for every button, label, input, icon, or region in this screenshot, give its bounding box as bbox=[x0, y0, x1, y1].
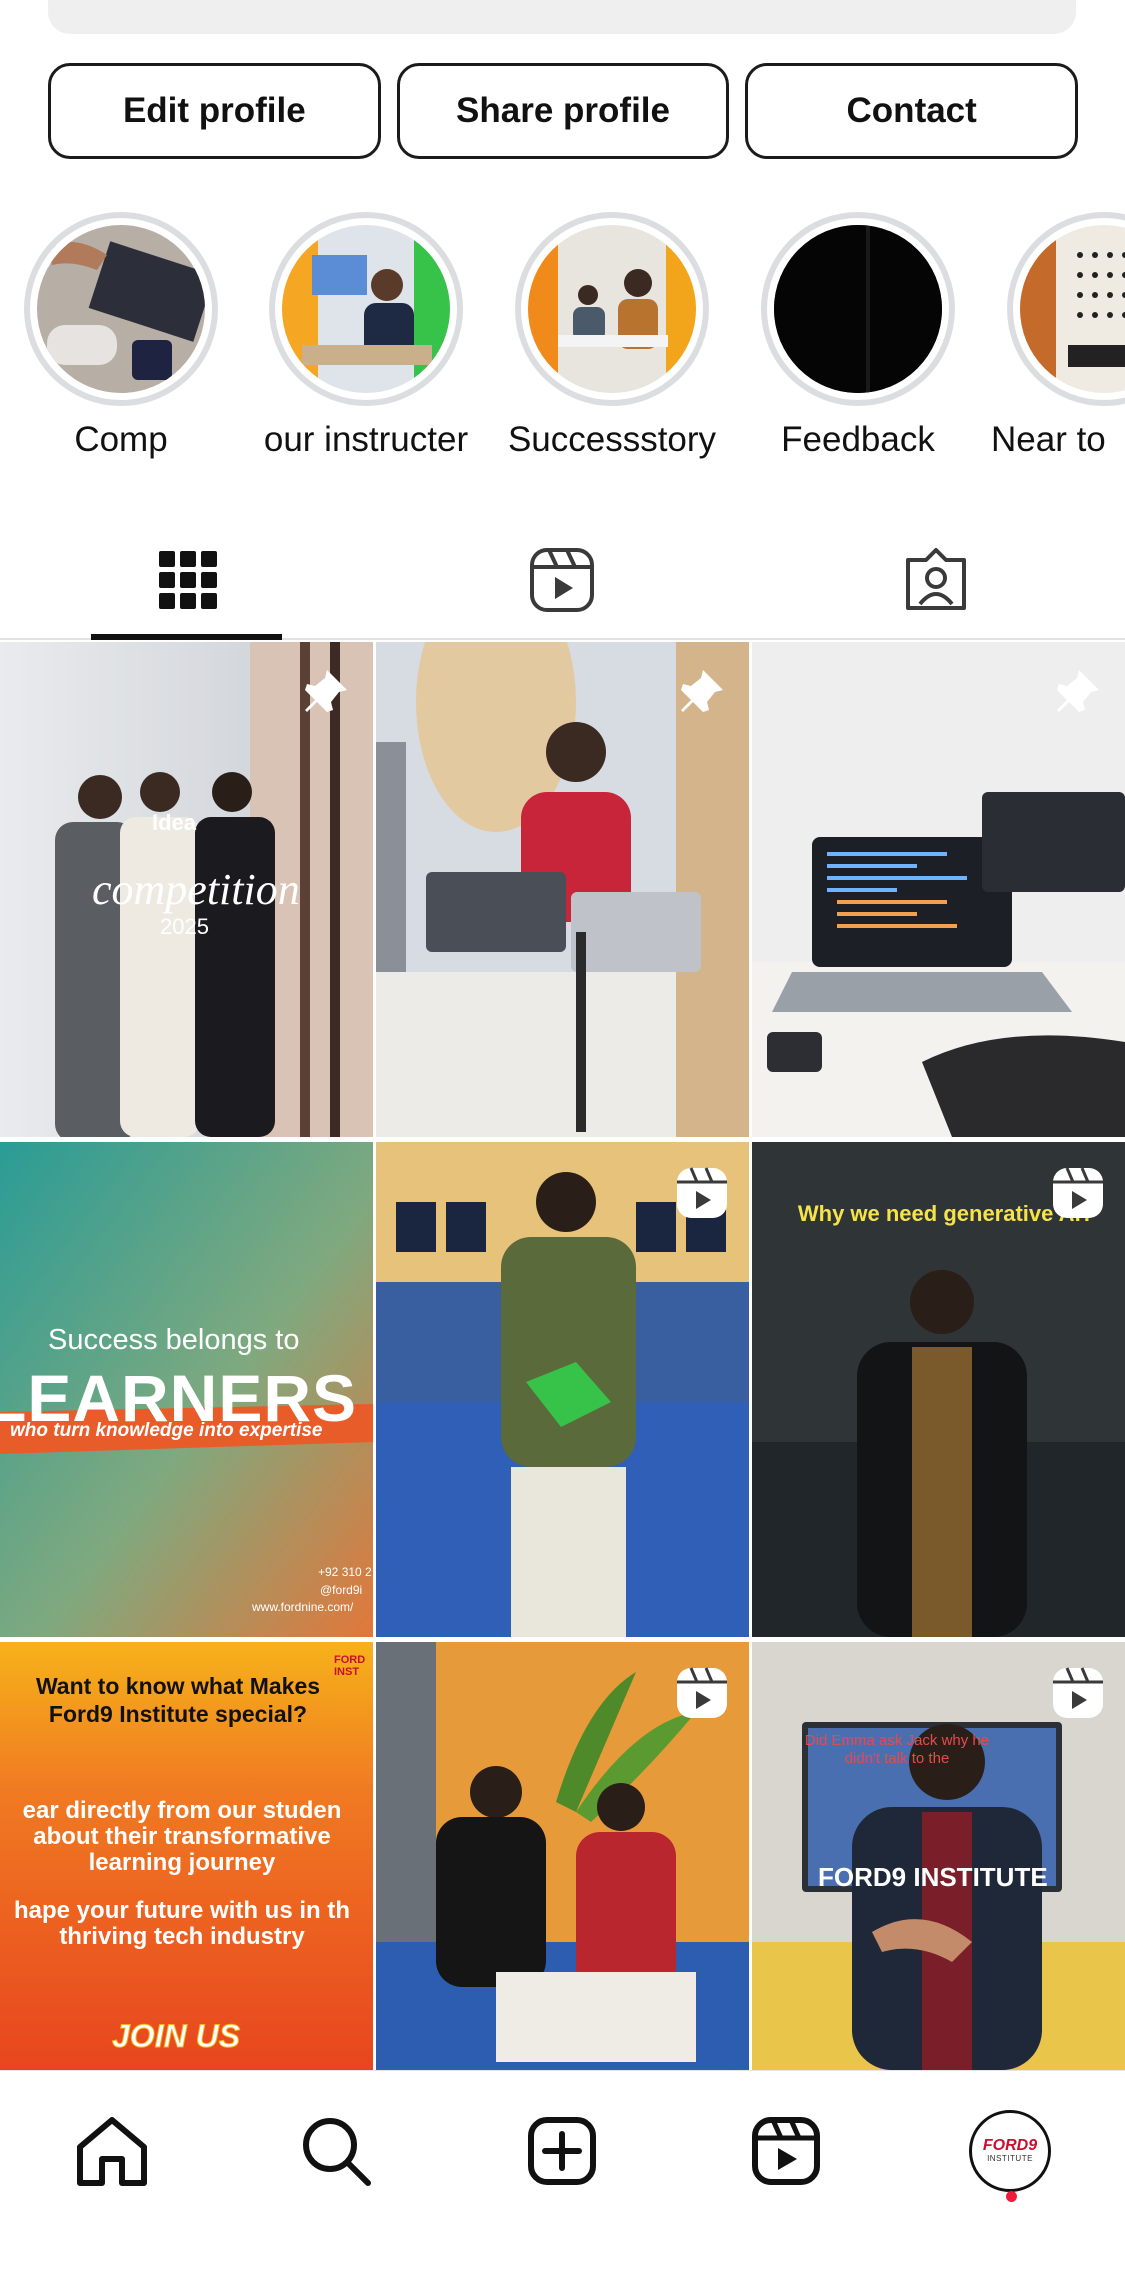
highlight-ring bbox=[1007, 212, 1125, 406]
bottom-navigation: FORD9 INSTITUTE bbox=[0, 2070, 1125, 2269]
post-text: Idea bbox=[152, 810, 197, 835]
tab-reels[interactable] bbox=[522, 540, 602, 620]
post-thumbnail[interactable]: Idea competition 2025 bbox=[0, 642, 373, 1137]
avatar-logo-subtext: INSTITUTE bbox=[987, 2154, 1033, 2163]
highlight-near-to[interactable]: Near to bbox=[981, 212, 1125, 460]
posts-grid: Idea competition 2025 Success belongs to… bbox=[0, 642, 1125, 2070]
highlight-label: Successstory bbox=[507, 420, 717, 459]
highlight-successstory[interactable]: Successstory bbox=[489, 212, 735, 460]
post-thumbnail[interactable] bbox=[376, 1642, 749, 2137]
nav-search[interactable] bbox=[292, 2107, 380, 2195]
edit-profile-button[interactable]: Edit profile bbox=[48, 63, 381, 159]
highlight-label: Feedback bbox=[781, 420, 935, 459]
post-thumbnail[interactable]: Want to know what Makes Ford9 Institute … bbox=[0, 1642, 373, 2137]
search-icon bbox=[303, 2118, 371, 2186]
highlight-feedback[interactable]: Feedback bbox=[735, 212, 981, 460]
post-text: @ford9i bbox=[320, 1583, 363, 1597]
create-icon bbox=[528, 2117, 596, 2185]
highlight-thumbnail bbox=[37, 225, 205, 393]
share-profile-button[interactable]: Share profile bbox=[396, 63, 730, 159]
nav-profile[interactable]: FORD9 INSTITUTE bbox=[966, 2107, 1054, 2195]
post-text: ear directly from our studen about their… bbox=[22, 1797, 342, 1876]
post-text: who turn knowledge into expertise bbox=[10, 1420, 323, 1441]
pin-icon bbox=[681, 670, 723, 712]
post-thumbnail[interactable] bbox=[752, 642, 1125, 1137]
notification-dot bbox=[1006, 2191, 1017, 2202]
post-thumbnail[interactable]: Success belongs to LEARNERS who turn kno… bbox=[0, 1142, 373, 1637]
post-text: hape your future with us in th thriving … bbox=[14, 1897, 350, 1950]
post-text: Success belongs to bbox=[48, 1324, 300, 1356]
highlight-label: our instructer bbox=[263, 420, 469, 459]
avatar-logo-text: FORD9 bbox=[982, 2137, 1038, 2154]
post-text: 2025 bbox=[160, 914, 209, 939]
profile-content-tabs bbox=[0, 520, 1125, 640]
profile-action-row: Edit profile Share profile Contact bbox=[48, 63, 1079, 159]
post-text: Want to know what Makes Ford9 Institute … bbox=[35, 1673, 321, 1727]
post-thumbnail[interactable] bbox=[376, 642, 749, 1137]
highlight-ring bbox=[761, 212, 955, 406]
highlight-comp[interactable]: Comp bbox=[0, 212, 244, 460]
highlight-thumbnail bbox=[1020, 225, 1125, 393]
pin-icon bbox=[305, 670, 347, 712]
post-text: FORD INST bbox=[334, 1654, 366, 1678]
nav-create[interactable] bbox=[518, 2107, 606, 2195]
highlight-thumbnail bbox=[282, 225, 450, 393]
highlight-thumbnail bbox=[774, 225, 942, 393]
highlight-ring bbox=[24, 212, 218, 406]
post-thumbnail[interactable]: Why we need generative AI? bbox=[752, 1142, 1125, 1637]
tagged-icon bbox=[906, 548, 966, 610]
avatar: FORD9 INSTITUTE bbox=[969, 2110, 1051, 2192]
post-text: www.fordnine.com/ bbox=[252, 1600, 354, 1614]
nav-reels[interactable] bbox=[742, 2107, 830, 2195]
reels-icon bbox=[530, 548, 594, 612]
home-icon bbox=[77, 2117, 147, 2186]
tab-tagged[interactable] bbox=[896, 540, 976, 620]
reel-icon bbox=[1053, 1167, 1103, 1218]
contact-button[interactable]: Contact bbox=[745, 63, 1079, 159]
tab-posts-grid[interactable] bbox=[148, 540, 228, 620]
post-text: Did Emma ask Jack why he didn't talk to … bbox=[804, 1732, 990, 1767]
pin-icon bbox=[1057, 670, 1099, 712]
post-text: FORD9 INSTITUTE bbox=[818, 1862, 1048, 1892]
nav-home[interactable] bbox=[68, 2107, 156, 2195]
reel-icon bbox=[677, 1167, 727, 1218]
post-text: +92 310 2 bbox=[318, 1565, 372, 1579]
story-highlights: Comp our instructer Successstory Feedbac… bbox=[0, 212, 1125, 462]
post-thumbnail[interactable] bbox=[376, 1142, 749, 1637]
post-text: JOIN US bbox=[111, 2018, 241, 2055]
highlight-label: Comp bbox=[74, 420, 168, 459]
highlight-ring bbox=[515, 212, 709, 406]
reel-icon bbox=[677, 1667, 727, 1718]
active-tab-indicator bbox=[91, 634, 282, 640]
reels-icon bbox=[752, 2117, 820, 2185]
highlight-label: Near to bbox=[991, 420, 1106, 459]
highlight-ring bbox=[269, 212, 463, 406]
highlight-thumbnail bbox=[528, 225, 696, 393]
post-thumbnail[interactable]: Did Emma ask Jack why he didn't talk to … bbox=[752, 1642, 1125, 2137]
post-text: competition bbox=[92, 865, 300, 914]
profile-info-strip bbox=[48, 0, 1076, 34]
reel-icon bbox=[1053, 1667, 1103, 1718]
grid-icon bbox=[159, 551, 217, 609]
highlight-our-instructer[interactable]: our instructer bbox=[243, 212, 489, 460]
